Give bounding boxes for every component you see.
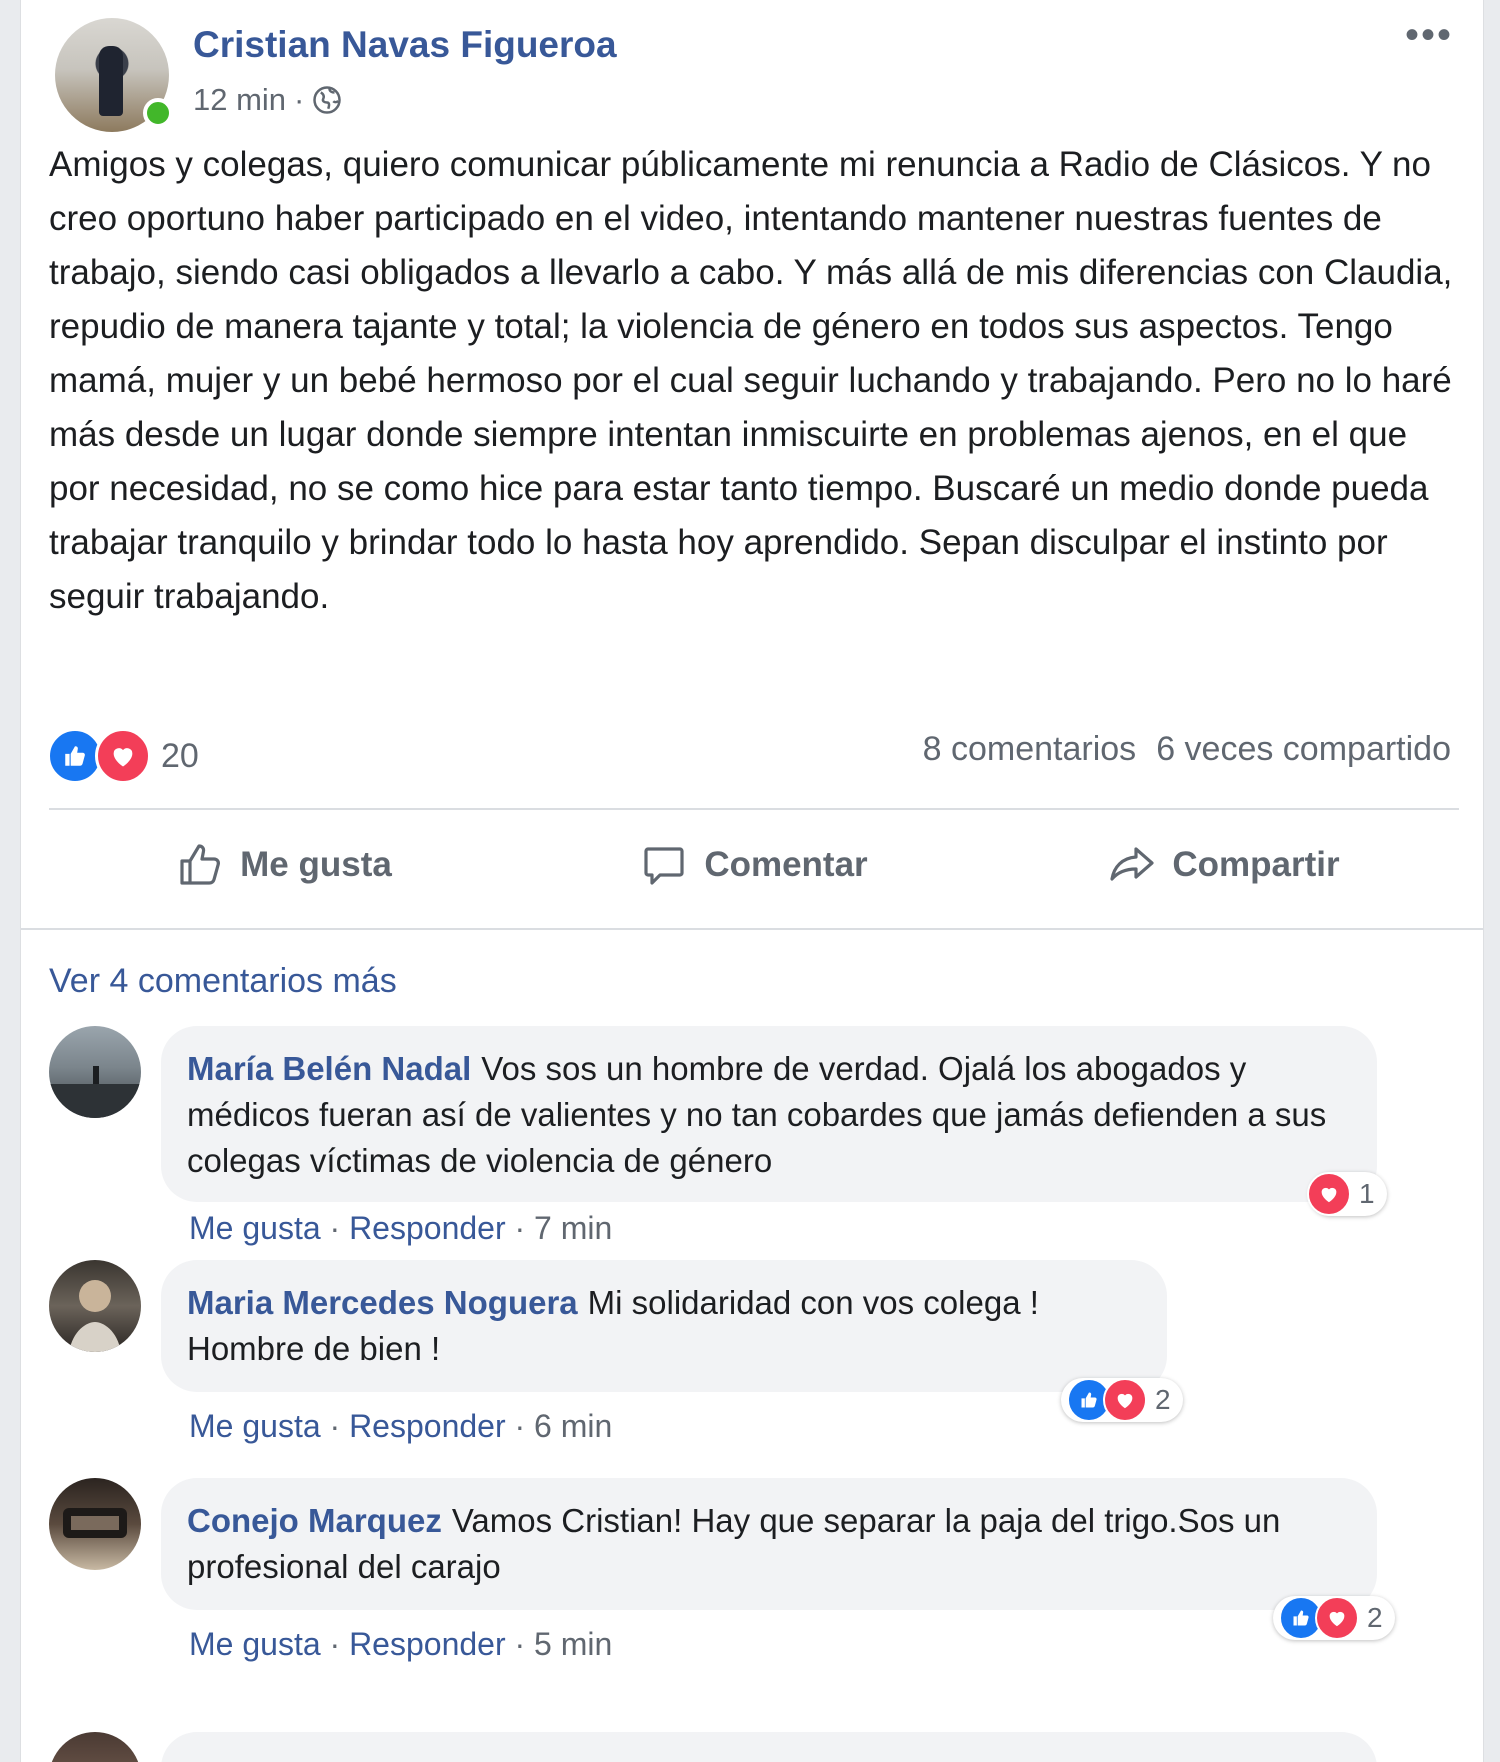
love-reaction-icon [1103,1378,1147,1422]
comment-item: Maria Mercedes Noguera Mi solidaridad con… [49,1260,1469,1444]
commenter-avatar[interactable] [49,1478,141,1570]
comment-reaction-count: 1 [1359,1178,1375,1209]
comment-bubble [161,1732,1377,1762]
separator: · [514,1210,526,1246]
author-avatar[interactable] [55,18,173,132]
comment-author[interactable]: Maria Mercedes Noguera [187,1284,578,1321]
comment-button[interactable]: Comentar [519,820,989,910]
more-options-icon[interactable]: ••• [1405,15,1453,55]
comment-bubble: Conejo Marquez Vamos Cristian! Hay que se… [161,1478,1377,1610]
comment-actions: Me gusta · Responder · 5 min [189,1626,612,1663]
comments-count-link[interactable]: 8 comentarios [923,730,1137,769]
comment-like-link[interactable]: Me gusta [189,1626,321,1662]
post-author-name[interactable]: Cristian Navas Figueroa [193,24,617,66]
comment-like-link[interactable]: Me gusta [189,1408,321,1444]
post-actions: Me gusta Comentar Compartir [49,820,1459,910]
online-status-dot [143,98,173,128]
comments-section: Ver 4 comentarios más María Belén Nadal V… [21,928,1483,1762]
meta-separator: · [294,82,305,117]
avatar-figure [99,46,123,116]
see-more-comments-link[interactable]: Ver 4 comentarios más [49,962,397,1001]
comment-time[interactable]: 6 min [534,1408,612,1444]
comment-item: Conejo Marquez Vamos Cristian! Hay que se… [49,1478,1469,1662]
share-button-label: Compartir [1172,845,1340,884]
comment-actions: Me gusta · Responder · 6 min [189,1408,612,1445]
comment-actions: Me gusta · Responder · 7 min [189,1210,612,1247]
comment-button-label: Comentar [704,845,868,884]
comment-bubble: María Belén Nadal Vos sos un hombre de ve… [161,1026,1377,1202]
comment-time[interactable]: 7 min [534,1210,612,1246]
comment-reply-link[interactable]: Responder [349,1408,506,1444]
love-reaction-icon [1315,1596,1359,1640]
post-card: Cristian Navas Figueroa 12 min · ••• Ami… [20,0,1484,1762]
speech-bubble-icon [644,847,684,885]
commenter-avatar[interactable] [49,1732,141,1762]
separator: · [329,1210,341,1246]
post-time[interactable]: 12 min [193,82,286,118]
like-button[interactable]: Me gusta [49,820,519,910]
comment-reaction-count: 2 [1367,1602,1383,1633]
post-stats: 8 comentarios 6 veces compartido [923,730,1451,769]
share-arrow-icon [1110,847,1154,881]
post-text: Amigos y colegas, quiero comunicar públi… [49,145,1453,616]
thumbs-up-icon [180,844,221,885]
separator: · [514,1408,526,1444]
comment-reactions[interactable]: 1 [1307,1172,1387,1216]
love-reaction-icon [95,728,151,784]
post-meta: 12 min · [193,82,342,118]
comment-time[interactable]: 5 min [534,1626,612,1662]
like-button-label: Me gusta [240,845,392,884]
comment-author[interactable]: María Belén Nadal [187,1050,471,1087]
separator: · [329,1626,341,1662]
love-reaction-icon [1307,1172,1351,1216]
post-reactions[interactable]: 20 [47,728,199,784]
separator: · [329,1408,341,1444]
comment-reactions[interactable]: 2 [1061,1378,1183,1422]
reactions-divider [49,808,1459,810]
comment-reactions[interactable]: 2 [1273,1596,1395,1640]
commenter-avatar[interactable] [49,1026,141,1118]
shares-count-link[interactable]: 6 veces compartido [1156,730,1451,769]
reaction-count: 20 [161,736,199,775]
comment-author[interactable]: Conejo Marquez [187,1502,442,1539]
comment-reply-link[interactable]: Responder [349,1210,506,1246]
comment-reply-link[interactable]: Responder [349,1626,506,1662]
separator: · [514,1626,526,1662]
comment-bubble: Maria Mercedes Noguera Mi solidaridad con… [161,1260,1167,1392]
comment-reaction-count: 2 [1155,1384,1171,1415]
commenter-avatar[interactable] [49,1260,141,1352]
share-button[interactable]: Compartir [989,820,1459,910]
comment-item: María Belén Nadal Vos sos un hombre de ve… [49,1026,1469,1246]
globe-icon[interactable] [312,85,342,115]
comment-like-link[interactable]: Me gusta [189,1210,321,1246]
